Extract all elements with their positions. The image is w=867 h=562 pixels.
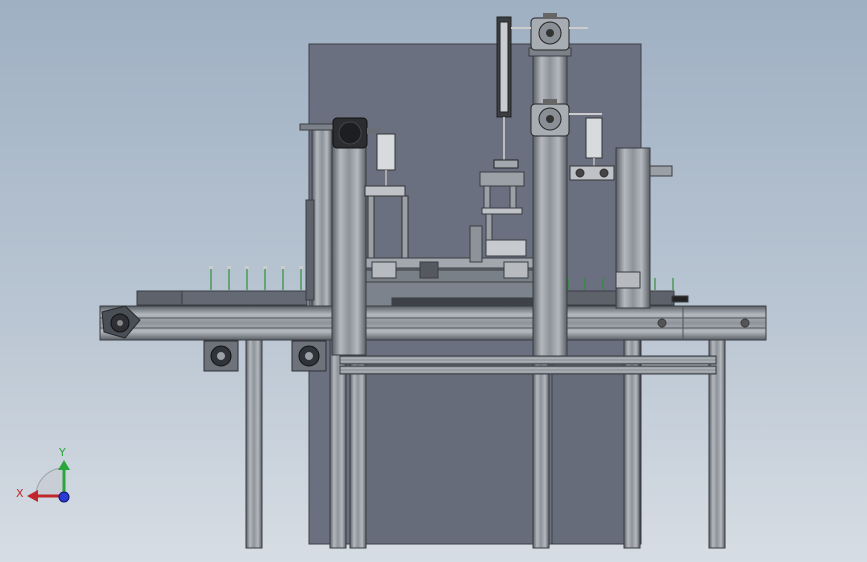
axis-x-label: X (16, 487, 24, 500)
axis-z-dot-icon (58, 491, 70, 503)
axis-y-label: Y (58, 446, 66, 459)
coordinate-triad: Y X (16, 446, 70, 503)
triad-backdrop (35, 467, 65, 497)
cad-viewport[interactable]: Y X (0, 0, 867, 562)
